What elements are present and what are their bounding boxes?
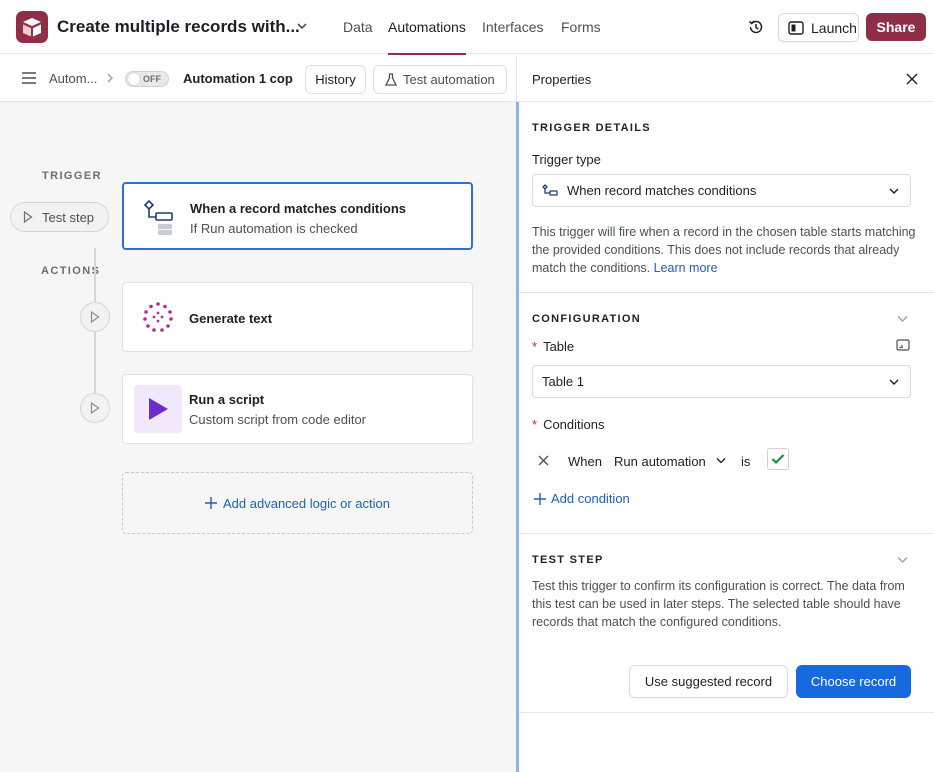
chevron-down-icon: [889, 379, 899, 385]
base-title[interactable]: Create multiple records with...: [57, 17, 300, 37]
tab-data[interactable]: Data: [343, 19, 373, 35]
ai-sparkle-icon: [134, 293, 182, 341]
top-bar: Create multiple records with... Data Aut…: [0, 0, 934, 55]
test-automation-label: Test automation: [403, 72, 495, 87]
tab-interfaces[interactable]: Interfaces: [482, 19, 543, 35]
required-asterisk: *: [532, 339, 538, 354]
add-logic-or-action-button[interactable]: Add advanced logic or action: [122, 472, 473, 534]
test-action-2-button[interactable]: [80, 393, 110, 423]
menu-icon[interactable]: [22, 72, 36, 84]
table-select[interactable]: Table 1: [532, 365, 911, 398]
condition-field-select[interactable]: Run automation: [614, 454, 706, 469]
test-step-description: Test this trigger to confirm its configu…: [532, 579, 905, 629]
action-card-generate-text[interactable]: Generate text: [122, 282, 473, 352]
use-suggested-record-button[interactable]: Use suggested record: [629, 665, 788, 698]
share-button[interactable]: Share: [866, 13, 926, 41]
play-outline-icon: [90, 311, 100, 323]
script-play-icon: [134, 385, 182, 433]
launch-icon: [788, 20, 804, 35]
flask-icon: [385, 72, 397, 86]
automation-name[interactable]: Automation 1 cop: [183, 71, 293, 86]
toggle-label: OFF: [143, 74, 161, 84]
launch-button[interactable]: Launch: [778, 13, 859, 42]
remove-condition-icon[interactable]: [538, 455, 549, 466]
conditions-label: * Conditions: [532, 417, 605, 432]
trigger-section-label: TRIGGER: [42, 170, 102, 182]
add-condition-button[interactable]: Add condition: [534, 491, 630, 506]
condition-value-checkbox[interactable]: [767, 448, 789, 470]
tab-forms[interactable]: Forms: [561, 19, 601, 35]
test-step-label: Test step: [42, 209, 95, 225]
automation-toolbar: Autom... OFF Automation 1 cop History Te…: [0, 55, 516, 102]
table-select-value: Table 1: [542, 374, 584, 389]
action-card-subtitle: Custom script from code editor: [189, 412, 367, 427]
tab-automations[interactable]: Automations: [388, 19, 466, 35]
chevron-down-icon[interactable]: [716, 457, 726, 465]
plus-icon: [205, 497, 218, 509]
section-divider: [519, 533, 934, 534]
open-table-icon[interactable]: [896, 339, 910, 351]
chevron-right-icon: [107, 73, 113, 83]
automations-breadcrumb[interactable]: Autom...: [49, 71, 97, 86]
trigger-type-label: Trigger type: [532, 152, 601, 167]
properties-panel: TRIGGER DETAILS Trigger type When record…: [519, 102, 934, 772]
add-logic-label: Add advanced logic or action: [223, 495, 390, 511]
conditions-icon: [134, 193, 182, 241]
play-outline-icon: [90, 402, 100, 414]
test-step-heading: TEST STEP: [532, 554, 604, 566]
configuration-heading: CONFIGURATION: [532, 313, 641, 325]
base-logo-icon[interactable]: [16, 11, 48, 43]
trigger-card-title: When a record matches conditions: [190, 201, 406, 216]
action-card-run-script[interactable]: Run a script Custom script from code edi…: [122, 374, 473, 444]
properties-title: Properties: [532, 72, 592, 87]
close-icon[interactable]: [906, 73, 918, 85]
chevron-down-icon[interactable]: [897, 556, 908, 564]
choose-record-button[interactable]: Choose record: [796, 665, 911, 698]
trigger-description: This trigger will fire when a record in …: [532, 223, 917, 277]
condition-when-label: When: [568, 454, 602, 469]
chevron-down-icon[interactable]: [897, 315, 908, 323]
learn-more-link[interactable]: Learn more: [654, 261, 718, 275]
properties-header: Properties: [517, 55, 934, 102]
revision-history-icon[interactable]: [747, 18, 765, 36]
trigger-details-heading: TRIGGER DETAILS: [532, 122, 651, 134]
automation-toggle[interactable]: OFF: [125, 71, 169, 87]
history-button[interactable]: History: [305, 65, 366, 94]
trigger-type-value: When record matches conditions: [567, 183, 757, 198]
condition-operator[interactable]: is: [741, 454, 750, 469]
required-asterisk: *: [532, 417, 538, 432]
conditions-icon: [542, 183, 558, 196]
table-label: * Table: [532, 339, 575, 354]
chevron-down-icon: [889, 188, 899, 194]
action-card-title: Generate text: [189, 311, 273, 326]
play-outline-icon: [23, 211, 33, 223]
action-card-title: Run a script: [189, 392, 265, 407]
test-step-button[interactable]: Test step: [10, 202, 109, 232]
section-divider: [519, 712, 934, 713]
test-automation-button[interactable]: Test automation: [373, 65, 507, 94]
chevron-down-icon[interactable]: [296, 18, 308, 34]
automation-canvas: TRIGGER ACTIONS Test step When a record …: [0, 102, 516, 772]
add-condition-label: Add condition: [551, 491, 630, 506]
plus-icon: [534, 492, 546, 505]
trigger-description-text: This trigger will fire when a record in …: [532, 225, 916, 275]
trigger-card-subtitle: If Run automation is checked: [190, 221, 358, 236]
actions-section-label: ACTIONS: [41, 265, 101, 277]
trigger-type-select[interactable]: When record matches conditions: [532, 174, 911, 207]
checkmark-icon: [771, 454, 785, 465]
trigger-card[interactable]: When a record matches conditions If Run …: [122, 182, 473, 250]
test-action-1-button[interactable]: [80, 302, 110, 332]
launch-label: Launch: [811, 19, 857, 36]
toggle-knob: [128, 73, 140, 85]
section-divider: [519, 292, 934, 293]
